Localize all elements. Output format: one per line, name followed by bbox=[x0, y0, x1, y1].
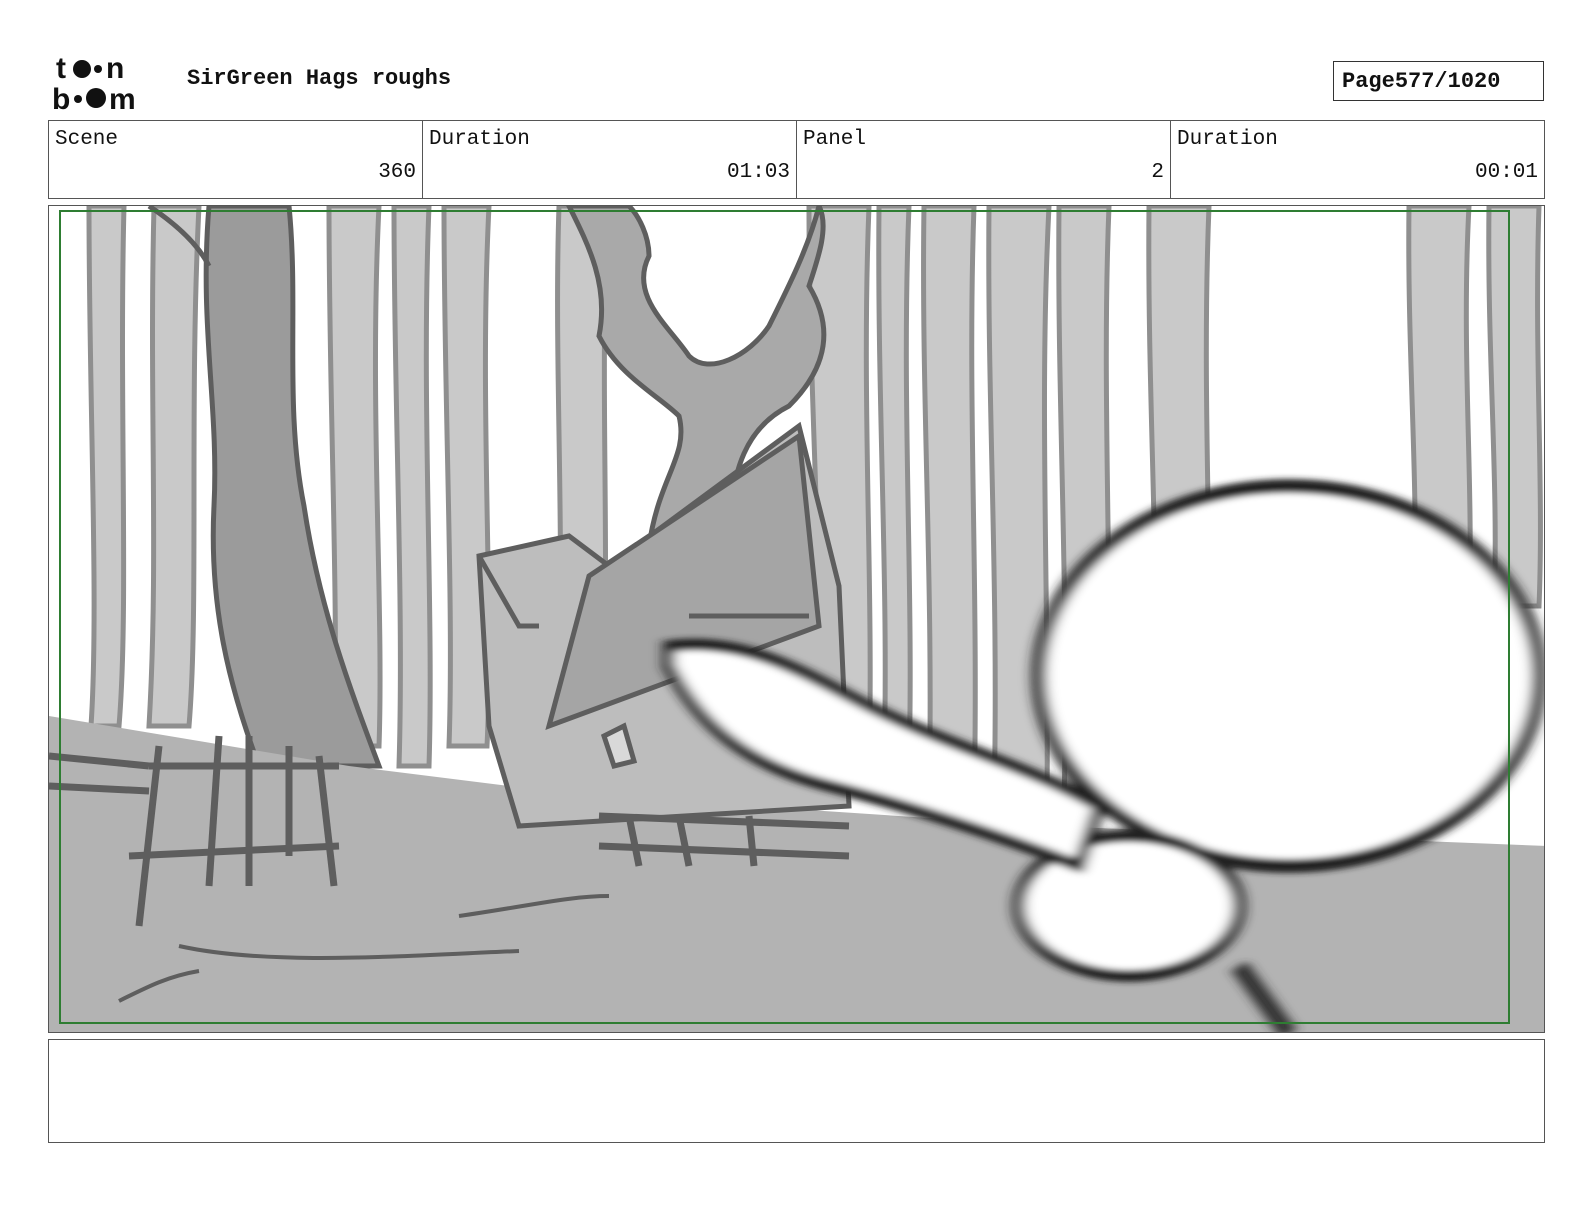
svg-text:t: t bbox=[56, 52, 66, 85]
panel-label: Panel bbox=[803, 128, 867, 151]
scene-duration-cell: Duration 01:03 bbox=[423, 121, 797, 198]
page-indicator: Page 577/1020 bbox=[1333, 61, 1544, 101]
storyboard-panel bbox=[48, 205, 1545, 1033]
panel-duration-label: Duration bbox=[1177, 128, 1278, 151]
page-label: Page bbox=[1342, 68, 1395, 94]
panel-duration-cell: Duration 00:01 bbox=[1171, 121, 1544, 198]
project-title: SirGreen Hags roughs bbox=[187, 66, 452, 91]
page-number: 577/1020 bbox=[1394, 68, 1501, 94]
scene-info-row: Scene 360 Duration 01:03 Panel 2 Duratio… bbox=[48, 120, 1545, 199]
svg-text:b: b bbox=[52, 83, 70, 112]
panel-duration-value: 00:01 bbox=[1474, 161, 1538, 184]
panel-cell: Panel 2 bbox=[797, 121, 1171, 198]
toon-boom-logo: t n b m bbox=[52, 52, 136, 112]
panel-drawing bbox=[49, 206, 1544, 1032]
scene-duration-value: 01:03 bbox=[726, 161, 790, 184]
panel-notes-box[interactable] bbox=[48, 1039, 1545, 1143]
scene-duration-label: Duration bbox=[429, 128, 530, 151]
scene-value: 360 bbox=[378, 161, 416, 184]
scene-cell: Scene 360 bbox=[49, 121, 423, 198]
svg-text:n: n bbox=[106, 52, 124, 85]
panel-value: 2 bbox=[1151, 161, 1164, 184]
scene-label: Scene bbox=[55, 128, 119, 151]
svg-text:m: m bbox=[109, 83, 136, 112]
